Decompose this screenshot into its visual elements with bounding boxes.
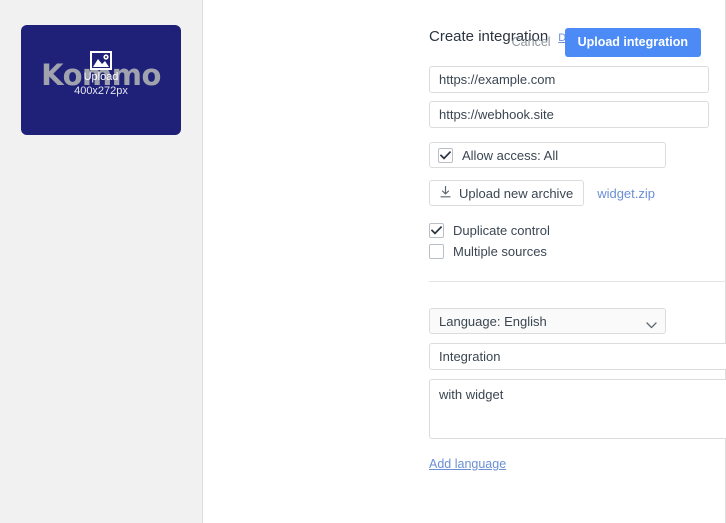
add-language-link[interactable]: Add language (429, 457, 506, 471)
archive-file-link[interactable]: widget.zip (597, 186, 655, 201)
download-arrow-icon (440, 185, 451, 201)
integration-editor-page: Kommo Upload 400x272px Create integratio… (0, 0, 726, 523)
logo-upload-tile[interactable]: Kommo Upload 400x272px (21, 25, 181, 135)
section-divider (429, 281, 726, 282)
webhook-url-input[interactable] (429, 101, 709, 128)
integration-name-input[interactable] (429, 343, 726, 370)
options-checkbox-list: Duplicate control Multiple sources (429, 220, 726, 261)
logo-upload-label: Upload (83, 71, 119, 83)
logo-dimensions-hint: 400x272px (74, 85, 128, 97)
multiple-sources-label: Multiple sources (453, 243, 547, 259)
language-select-wrapper (429, 308, 666, 334)
image-placeholder-icon (90, 51, 112, 70)
cancel-button[interactable]: Cancel (512, 35, 551, 49)
page-header: Create integration Documentation Cancel … (429, 28, 725, 58)
multiple-sources-checkbox[interactable] (429, 243, 444, 259)
duplicate-control-label: Duplicate control (453, 222, 550, 238)
multiple-sources-row[interactable]: Multiple sources (429, 241, 726, 261)
language-select[interactable] (429, 308, 666, 334)
header-actions: Cancel Upload integration (512, 28, 701, 57)
integration-form-panel: Create integration Documentation Cancel … (203, 0, 726, 523)
archive-row: Upload new archive widget.zip (429, 180, 726, 206)
upload-new-archive-button[interactable]: Upload new archive (429, 180, 585, 206)
duplicate-control-checkbox[interactable] (429, 222, 444, 238)
logo-sidebar: Kommo Upload 400x272px (0, 0, 203, 523)
form-area: Allow access: All Upload new archive wid… (429, 66, 726, 471)
redirect-url-input[interactable] (429, 66, 709, 93)
duplicate-control-row[interactable]: Duplicate control (429, 220, 726, 240)
allow-access-selector[interactable]: Allow access: All (429, 142, 666, 168)
allow-access-checkbox[interactable] (438, 147, 453, 163)
upload-integration-button[interactable]: Upload integration (564, 28, 701, 57)
allow-access-label: Allow access: All (462, 147, 559, 163)
logo-upload-overlay: Upload 400x272px (21, 51, 181, 98)
upload-new-archive-label: Upload new archive (459, 185, 574, 201)
integration-description-textarea[interactable]: with widget (429, 379, 726, 439)
